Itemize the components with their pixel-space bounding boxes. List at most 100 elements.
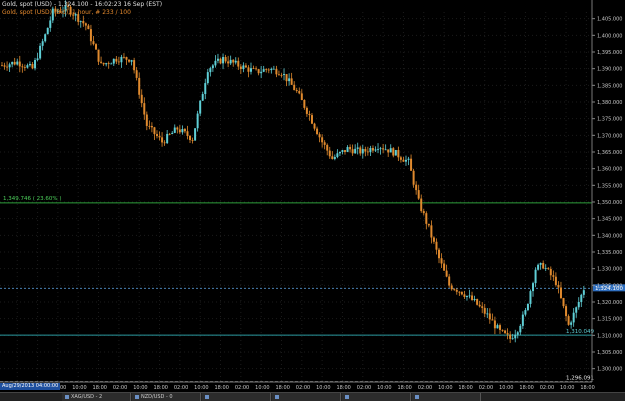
chart-icon [135, 394, 139, 399]
candle-body [112, 58, 115, 64]
x-hour-label: 18:00 [458, 385, 472, 391]
candle-body [128, 59, 131, 62]
y-tick-label: 1,305.000 [597, 350, 622, 356]
chart-icon [65, 394, 69, 399]
x-hour-label: 18:00 [397, 385, 411, 391]
y-tick-label: 1,365.000 [597, 150, 622, 156]
chart-icon [275, 394, 279, 399]
candle-body [443, 263, 446, 271]
candle-body [554, 276, 557, 285]
candle-body [417, 190, 420, 199]
candle-body [303, 100, 306, 108]
y-tick-label: 1,340.000 [597, 233, 622, 239]
candle-body [537, 264, 540, 270]
candle-body [445, 270, 448, 277]
y-tick-label: 1,315.000 [597, 317, 622, 323]
x-hour-label: 18:00 [519, 385, 533, 391]
y-tick-label: 1,350.000 [597, 200, 622, 206]
candle-body [295, 90, 298, 92]
crosshair-date-flag: Aug/29/2013 04:00:00 [0, 383, 61, 390]
candle-body [308, 113, 311, 116]
candle-body [135, 70, 138, 78]
candle-body [44, 34, 47, 42]
candle-body [155, 134, 158, 137]
candle-body [216, 58, 219, 61]
candle-body [260, 71, 263, 74]
candle-body [97, 49, 100, 62]
candle-body [283, 74, 286, 76]
x-hour-label: 10:00 [499, 385, 513, 391]
candle-body [491, 319, 494, 321]
candle-body [209, 68, 212, 73]
candle-body [242, 65, 245, 70]
candle-body [420, 198, 423, 212]
x-hour-label: 02:00 [418, 385, 432, 391]
candle-body [229, 59, 232, 64]
x-hour-label: 02:00 [235, 385, 249, 391]
candle-body [234, 60, 237, 63]
price-chart[interactable]: 1,349.746 ( 23.60% )1,310.0491,296.0911,… [0, 0, 625, 392]
candle-body [346, 147, 349, 152]
candle-body [41, 41, 44, 46]
candle-body [310, 115, 313, 124]
candle-body [422, 211, 425, 214]
candle-body [476, 298, 479, 305]
candle-body [557, 284, 560, 288]
candle-body [580, 294, 583, 302]
candle-body [371, 148, 374, 151]
candle-body [272, 68, 275, 70]
y-tick-label: 1,380.000 [597, 100, 622, 106]
x-hour-label: 10:00 [194, 385, 208, 391]
candle-body [498, 325, 501, 330]
candle-body [509, 334, 512, 339]
x-hour-label: 02:00 [540, 385, 554, 391]
candle-body [176, 127, 179, 130]
low-level-label: 1,296.091 [566, 376, 594, 382]
candle-body [559, 287, 562, 299]
candle-body [95, 44, 98, 50]
candle-body [369, 148, 372, 153]
candle-body [565, 306, 568, 317]
candle-body [450, 285, 453, 290]
candle-body [161, 137, 164, 143]
candle-body [249, 68, 252, 72]
candle-body [399, 157, 402, 160]
candle-body [194, 128, 197, 141]
candle-body [82, 21, 85, 24]
candle-body [382, 148, 385, 150]
candle-body [549, 268, 552, 276]
candle-body [298, 91, 301, 94]
candle-body [211, 65, 214, 69]
y-tick-label: 1,310.000 [597, 333, 622, 339]
x-hour-label: 02:00 [357, 385, 371, 391]
candle-body [23, 67, 26, 68]
candle-body [288, 78, 291, 82]
candle-body [402, 159, 405, 162]
candle-body [394, 150, 397, 156]
candle-body [328, 150, 331, 157]
candle-body [316, 128, 319, 135]
y-tick-label: 1,345.000 [597, 217, 622, 223]
candle-body [267, 69, 270, 71]
candle-body [46, 27, 49, 35]
candle-body [191, 140, 194, 141]
candle-body [252, 68, 255, 70]
candle-body [143, 103, 146, 115]
candle-body [270, 68, 273, 71]
candle-body [506, 333, 509, 335]
horizontal-levels[interactable]: 1,349.746 ( 23.60% )1,310.0491,296.0911,… [0, 196, 625, 383]
candle-body [526, 303, 529, 311]
candle-body [326, 144, 329, 151]
candle-body [227, 61, 230, 64]
candle-body [321, 137, 324, 143]
candle-body [392, 148, 395, 156]
candle-body [351, 149, 354, 154]
candle-body [13, 61, 16, 65]
x-hour-label: 02:00 [174, 385, 188, 391]
candle-body [377, 148, 380, 150]
chart-grid [0, 12, 592, 382]
candle-body [239, 66, 242, 70]
candle-body [468, 295, 471, 297]
candle-body [115, 58, 118, 62]
candle-body [570, 322, 573, 325]
